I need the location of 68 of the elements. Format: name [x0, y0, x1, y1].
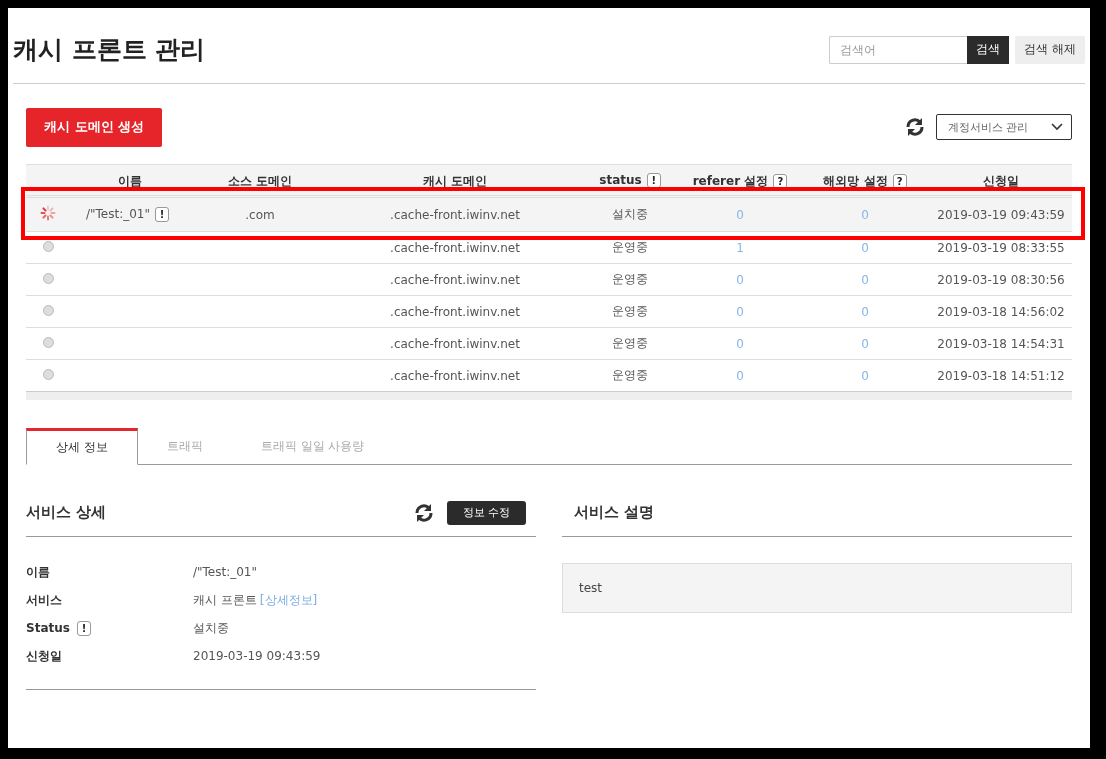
field-value: 2019-03-19 09:43:59: [193, 649, 321, 663]
edit-info-button[interactable]: 정보 수정: [446, 500, 526, 525]
table-cell: .cache-front.iwinv.net: [390, 304, 520, 319]
status-dot-icon: [42, 304, 54, 316]
info-badge[interactable]: !: [155, 207, 170, 222]
table-cell: 운영중: [612, 304, 648, 318]
table-cell: 0: [736, 272, 744, 287]
search-field[interactable]: 검색어: [829, 35, 968, 64]
status-dot-icon: [42, 240, 54, 252]
table-cell: 0: [861, 207, 869, 222]
status-dot-icon: [42, 272, 54, 284]
field-label: 서비스: [26, 591, 62, 609]
table-cell: .cache-front.iwinv.net: [390, 240, 520, 255]
table-cell: 0: [861, 368, 869, 383]
table-cell: .cache-front.iwinv.net: [390, 368, 520, 383]
table-cell: 운영중: [612, 272, 648, 286]
section-title: 서비스 설명: [573, 503, 655, 522]
table-cell: 2019-03-19 09:43:59: [937, 207, 1065, 222]
table-cell: 0: [736, 336, 744, 351]
status-dot-icon: [42, 336, 54, 348]
column-header: 캐시 도메인: [422, 174, 488, 188]
table-cell: 1: [736, 240, 744, 255]
table-cell: 0: [861, 304, 869, 319]
table-cell: 2019-03-19 08:33:55: [937, 240, 1065, 255]
create-domain-button[interactable]: 캐시 도메인 생성: [26, 107, 163, 147]
table-cell: 운영중: [612, 240, 648, 254]
table-cell: 운영중: [612, 336, 648, 350]
table-cell: /"Test:_01": [86, 207, 151, 221]
table-cell: 2019-03-19 08:30:56: [937, 272, 1065, 287]
table-cell: .cache-front.iwinv.net: [390, 272, 520, 287]
description-text: test: [562, 563, 1072, 613]
table-cell: .cache-front.iwinv.net: [390, 336, 520, 351]
field-value: 캐시 프론트: [193, 591, 257, 609]
search-button[interactable]: 검색: [967, 35, 1010, 64]
clear-search-button[interactable]: 검색 해제: [1015, 35, 1085, 64]
column-header: status: [599, 173, 642, 187]
table-cell: 0: [861, 240, 869, 255]
table-cell: 0: [736, 304, 744, 319]
service-dropdown[interactable]: 계정서비스 관리: [936, 114, 1072, 140]
table-cell: 0: [736, 207, 744, 222]
info-badge[interactable]: !: [76, 620, 91, 636]
chevron-down-icon: [1051, 123, 1063, 131]
table-cell: 운영중: [612, 368, 648, 382]
table-cell: 0: [861, 336, 869, 351]
loading-spinner-icon: [40, 205, 56, 221]
field-label: 신청일: [26, 647, 62, 665]
field-value: /"Test:_01": [193, 565, 258, 579]
column-header: 해외망 설정: [823, 174, 888, 188]
column-header: 소스 도메인: [227, 174, 293, 188]
table-cell: 0: [861, 272, 869, 287]
field-value: 설치중: [193, 619, 229, 637]
table-cell: 2019-03-18 14:56:02: [937, 304, 1065, 319]
table-cell: 설치중: [612, 207, 648, 221]
page-title: 캐시 프론트 관리: [13, 34, 206, 66]
tab[interactable]: 상세 정보: [26, 428, 138, 465]
table-cell: 2019-03-18 14:54:31: [937, 336, 1065, 351]
section-title: 서비스 상세: [26, 503, 107, 522]
table-cell: 2019-03-18 14:51:12: [937, 368, 1065, 383]
field-label: 이름: [26, 563, 50, 581]
column-header: 신청일: [983, 174, 1019, 188]
table-cell: 0: [736, 368, 744, 383]
field-label: Status: [26, 621, 70, 635]
refresh-icon[interactable]: [904, 116, 926, 138]
table-cell: .cache-front.iwinv.net: [390, 207, 520, 222]
column-header: 이름: [118, 174, 142, 188]
column-header: referer 설정: [692, 174, 769, 188]
table-cell: .com: [245, 207, 275, 222]
status-dot-icon: [42, 368, 54, 380]
